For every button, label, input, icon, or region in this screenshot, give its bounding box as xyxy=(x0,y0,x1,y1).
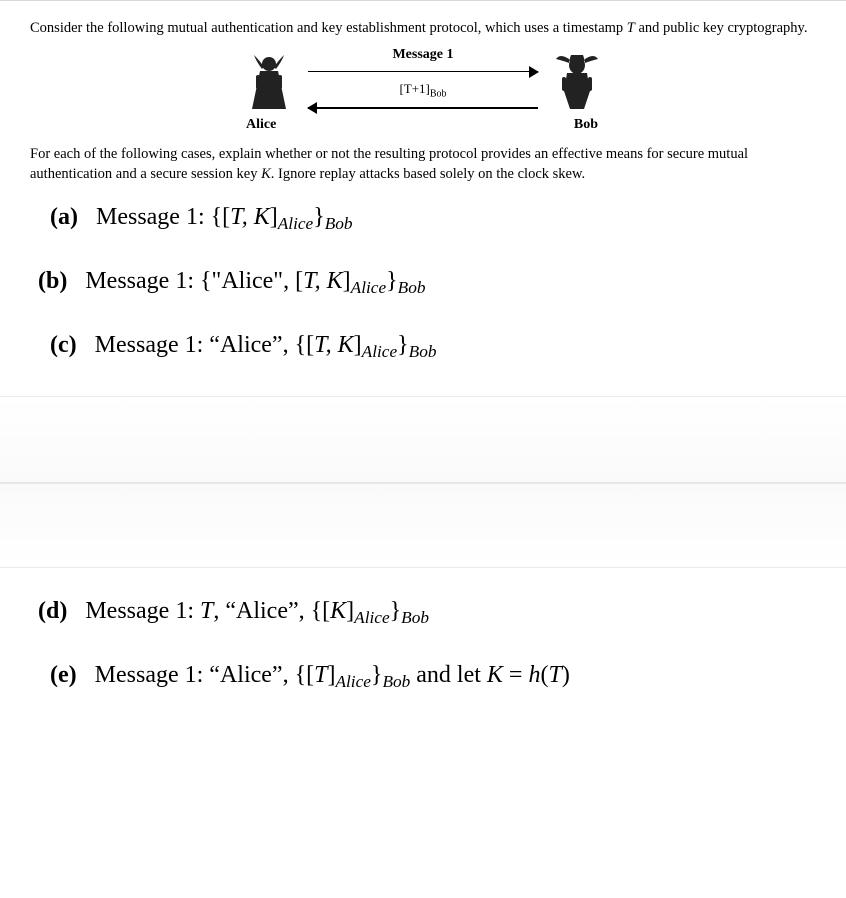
item-d-label: (d) xyxy=(38,598,67,624)
item-b-label: (b) xyxy=(38,268,67,294)
item-b: (b) Message 1: {"Alice", [T, K]Alice}Bob xyxy=(38,268,810,298)
arrow-right xyxy=(308,65,538,79)
bob-icon xyxy=(550,51,604,111)
item-a-expression: {[T, K]Alice}Bob xyxy=(211,204,353,230)
item-c-label: (c) xyxy=(50,332,77,358)
message-1-label: Message 1 xyxy=(392,47,453,63)
message-arrows: Message 1 [T+1]Bob xyxy=(308,47,538,116)
section-divider xyxy=(0,396,846,568)
message-2-subscript: Bob xyxy=(430,88,447,99)
item-e-msg: Message 1: xyxy=(95,662,210,688)
arrow-left xyxy=(308,101,538,115)
item-e-equation: K = h(T) xyxy=(487,662,570,688)
question-items-continued: (d) Message 1: T, “Alice”, {[K]Alice}Bob… xyxy=(30,598,816,692)
item-d: (d) Message 1: T, “Alice”, {[K]Alice}Bob xyxy=(38,598,810,628)
message-2-text: [T+1] xyxy=(399,81,429,96)
intro-text-2: and public key cryptography. xyxy=(635,20,808,36)
protocol-diagram: Message 1 [T+1]Bob xyxy=(213,47,633,134)
question-intro: For each of the following cases, explain… xyxy=(30,145,816,184)
bob-figure xyxy=(550,51,604,111)
item-e-label: (e) xyxy=(50,662,77,688)
timestamp-var: T xyxy=(627,20,635,36)
item-e: (e) Message 1: “Alice”, {[T]Alice}Bob an… xyxy=(50,662,810,692)
intro-text-1: Consider the following mutual authentica… xyxy=(30,20,627,36)
question-text-2: . Ignore replay attacks based solely on … xyxy=(271,166,585,182)
item-d-msg: Message 1: xyxy=(85,598,200,624)
question-items: (a) Message 1: {[T, K]Alice}Bob (b) Mess… xyxy=(30,204,816,361)
intro-paragraph: Consider the following mutual authentica… xyxy=(30,19,816,39)
document-page: Consider the following mutual authentica… xyxy=(0,0,846,765)
item-a-msg: Message 1: xyxy=(96,204,211,230)
alice-name: Alice xyxy=(246,117,276,133)
item-c-expression: “Alice”, {[T, K]Alice}Bob xyxy=(209,332,436,358)
message-2-label: [T+1]Bob xyxy=(399,81,446,100)
item-a-label: (a) xyxy=(50,204,78,230)
item-c-msg: Message 1: xyxy=(95,332,210,358)
item-e-expression: “Alice”, {[T]Alice}Bob xyxy=(209,662,410,688)
alice-icon xyxy=(242,51,296,111)
bob-name: Bob xyxy=(574,117,598,133)
item-b-msg: Message 1: xyxy=(85,268,200,294)
item-d-expression: T, “Alice”, {[K]Alice}Bob xyxy=(200,598,429,624)
session-key-var: K xyxy=(261,166,271,182)
item-c: (c) Message 1: “Alice”, {[T, K]Alice}Bob xyxy=(50,332,810,362)
alice-figure xyxy=(242,51,296,111)
item-a: (a) Message 1: {[T, K]Alice}Bob xyxy=(50,204,810,234)
item-b-expression: {"Alice", [T, K]Alice}Bob xyxy=(200,268,425,294)
item-e-tail-text: and let xyxy=(410,662,487,688)
